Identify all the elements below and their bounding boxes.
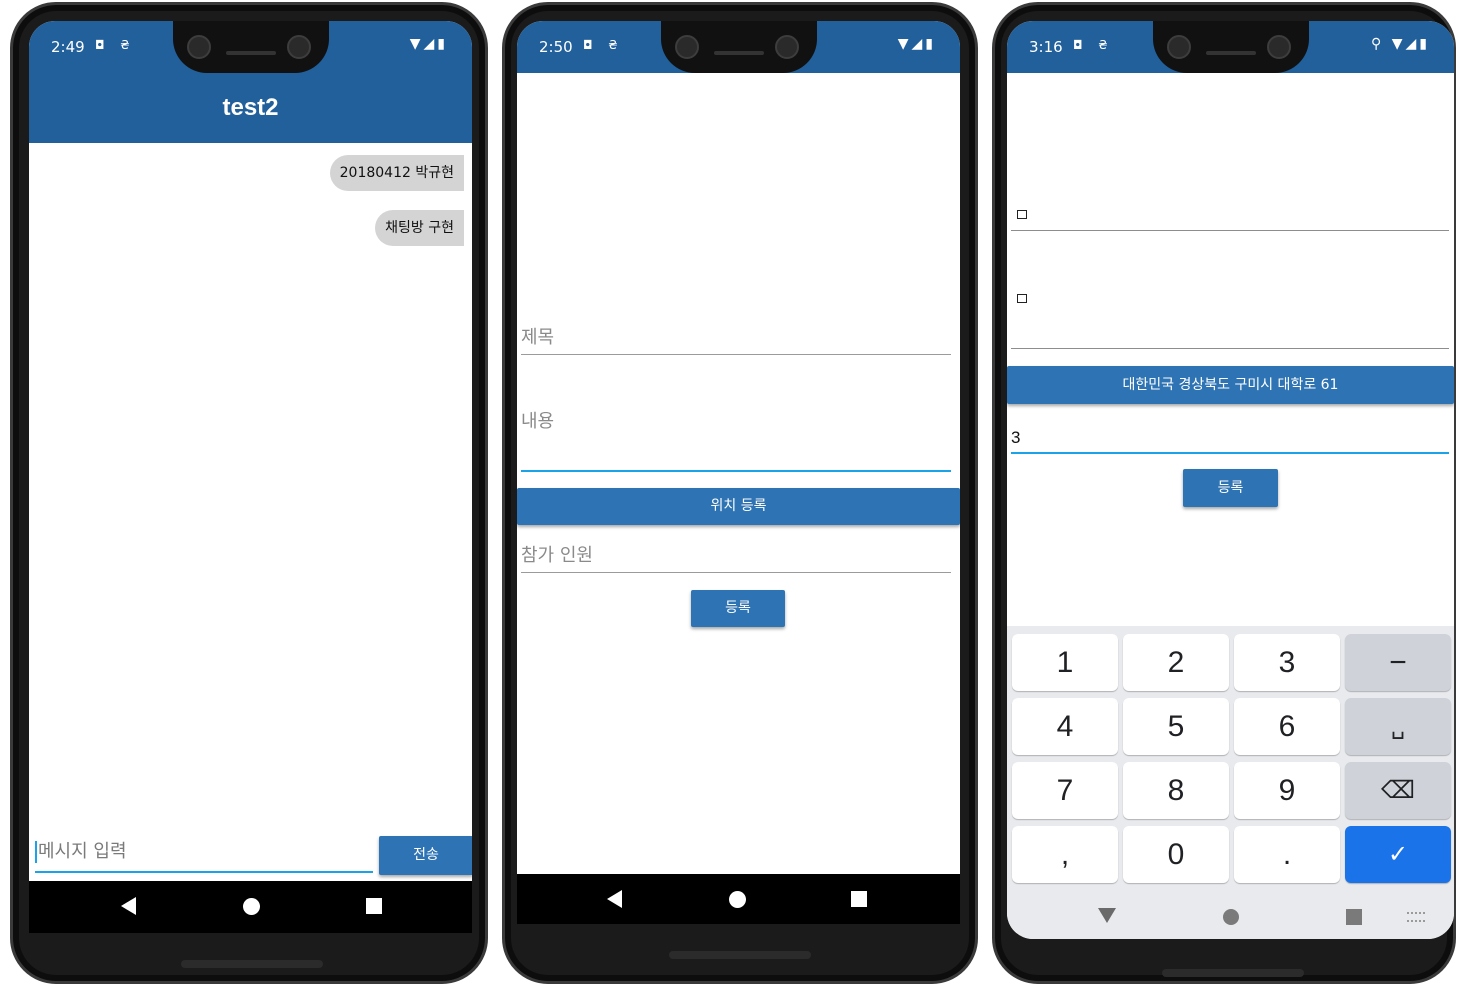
app-bar-title: test2 <box>29 73 472 143</box>
address-button[interactable]: 대한민국 경상북도 구미시 대학로 61 <box>1007 366 1454 404</box>
key-2[interactable]: 2 <box>1123 634 1229 691</box>
chat-message: 20180412 박규현 <box>329 155 464 191</box>
key-comma[interactable]: , <box>1012 826 1118 883</box>
camera-notch <box>173 21 329 73</box>
speaker-grille <box>714 51 764 55</box>
status-time: 2:49 <box>51 38 85 56</box>
phone-frame-chat: 2:49 ◘ ₴ ▼◢▮ test2 20180412 박규현 채팅방 구현 메… <box>10 2 488 984</box>
done-check-icon[interactable]: ✓ <box>1345 826 1451 883</box>
key-0[interactable]: 0 <box>1123 826 1229 883</box>
signal-battery-icons: ▼◢▮ <box>409 36 448 52</box>
participants-field[interactable]: 참가 인원 <box>521 541 951 573</box>
key-5[interactable]: 5 <box>1123 698 1229 755</box>
send-button[interactable]: 전송 <box>379 836 472 875</box>
participants-value: 3 <box>1011 428 1021 447</box>
camera-notch <box>1153 21 1309 73</box>
status-bar: 2:50 ◘ ₴ ▼◢▮ <box>517 21 960 73</box>
title-field[interactable]: 제목 <box>521 323 951 355</box>
backspace-icon[interactable]: ⌫ <box>1345 762 1451 819</box>
home-icon[interactable] <box>243 898 260 915</box>
phone-frame-form: 2:50 ◘ ₴ ▼◢▮ 제목 내용 위치 등록 참가 인원 등록 <box>502 2 978 984</box>
recent-apps-icon[interactable] <box>851 891 867 907</box>
chat-message: 채팅방 구현 <box>375 210 464 246</box>
navigation-bar <box>517 874 960 924</box>
home-icon[interactable] <box>1223 909 1239 925</box>
participants-placeholder: 참가 인원 <box>521 545 593 566</box>
status-time: 3:16 <box>1029 38 1063 56</box>
device-chin <box>181 960 323 968</box>
camera-icon <box>1267 35 1291 59</box>
camera-icon <box>675 35 699 59</box>
message-input[interactable]: 메시지 입력 <box>35 835 373 873</box>
camera-icon <box>287 35 311 59</box>
form-screen: 2:50 ◘ ₴ ▼◢▮ 제목 내용 위치 등록 참가 인원 등록 <box>517 21 960 924</box>
title-field[interactable] <box>1011 201 1449 231</box>
title-placeholder: 제목 <box>521 327 555 348</box>
text-caret <box>35 841 37 863</box>
camera-icon <box>1167 35 1191 59</box>
status-time: 2:50 <box>539 38 573 56</box>
speaker-grille <box>226 51 276 55</box>
navigation-bar <box>29 881 472 933</box>
key-period[interactable]: . <box>1234 826 1340 883</box>
key-1[interactable]: 1 <box>1012 634 1118 691</box>
content-field[interactable]: 내용 <box>521 407 951 472</box>
key-3[interactable]: 3 <box>1234 634 1340 691</box>
key-9[interactable]: 9 <box>1234 762 1340 819</box>
content-placeholder: 내용 <box>521 411 555 432</box>
notification-icons: ◘ ₴ <box>95 38 136 52</box>
status-bar: 2:49 ◘ ₴ ▼◢▮ <box>29 21 472 73</box>
notification-icons: ◘ ₴ <box>1073 38 1114 52</box>
register-button[interactable]: 등록 <box>1183 469 1278 507</box>
participants-field[interactable]: 3 <box>1011 423 1449 454</box>
camera-icon <box>187 35 211 59</box>
location-register-button[interactable]: 위치 등록 <box>517 488 960 525</box>
form-keyboard-screen: 3:16 ◘ ₴ ⚲ ▼◢▮ 대한민국 경상북도 구미시 대학로 61 3 등록… <box>1007 21 1454 939</box>
keyboard-switch-icon[interactable] <box>1407 912 1425 922</box>
back-icon[interactable] <box>607 890 622 908</box>
content-field[interactable] <box>1011 283 1449 349</box>
key-8[interactable]: 8 <box>1123 762 1229 819</box>
home-icon[interactable] <box>729 891 746 908</box>
notification-icons: ◘ ₴ <box>583 38 624 52</box>
chat-screen: 2:49 ◘ ₴ ▼◢▮ test2 20180412 박규현 채팅방 구현 메… <box>29 21 472 933</box>
space-key-icon[interactable]: ␣ <box>1345 698 1451 755</box>
message-input-placeholder: 메시지 입력 <box>38 841 127 862</box>
back-icon[interactable] <box>121 897 136 915</box>
recent-apps-icon[interactable] <box>366 898 382 914</box>
register-button[interactable]: 등록 <box>691 590 785 627</box>
recent-apps-icon[interactable] <box>1346 909 1362 925</box>
phone-frame-keyboard: 3:16 ◘ ₴ ⚲ ▼◢▮ 대한민국 경상북도 구미시 대학로 61 3 등록… <box>992 2 1456 984</box>
device-chin <box>669 951 811 959</box>
key-minus[interactable]: − <box>1345 634 1451 691</box>
camera-notch <box>661 21 817 73</box>
camera-icon <box>775 35 799 59</box>
status-bar: 3:16 ◘ ₴ ⚲ ▼◢▮ <box>1007 21 1454 73</box>
key-7[interactable]: 7 <box>1012 762 1118 819</box>
key-6[interactable]: 6 <box>1234 698 1340 755</box>
location-signal-battery-icons: ⚲ ▼◢▮ <box>1371 36 1430 52</box>
numeric-keyboard: 1 2 3 − 4 5 6 ␣ 7 8 9 ⌫ , 0 . ✓ <box>1007 626 1454 939</box>
back-icon[interactable] <box>1098 908 1116 923</box>
signal-battery-icons: ▼◢▮ <box>897 36 936 52</box>
device-chin <box>1162 969 1304 977</box>
key-4[interactable]: 4 <box>1012 698 1118 755</box>
speaker-grille <box>1206 51 1256 55</box>
